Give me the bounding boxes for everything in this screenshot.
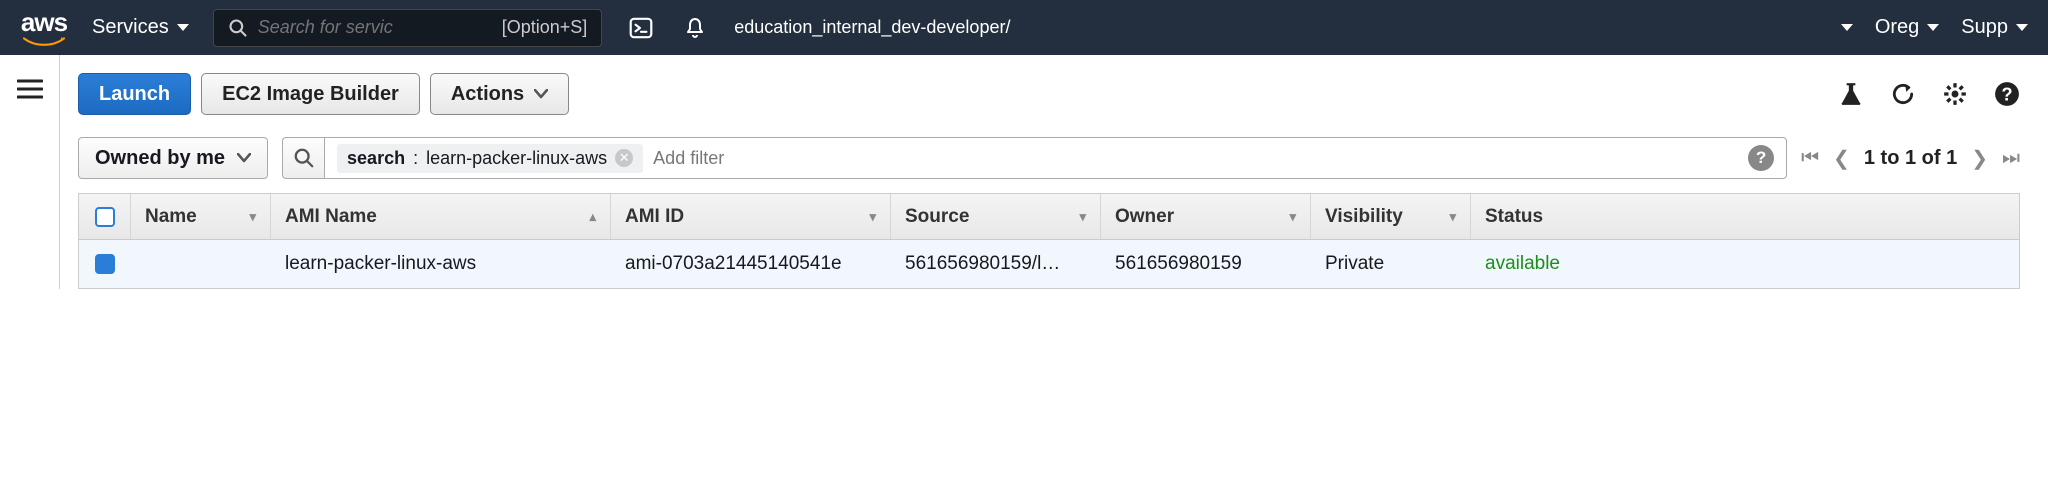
pager-last-icon[interactable]: ⏭ [2002, 147, 2020, 170]
action-icons-right: ? [1838, 81, 2020, 107]
sort-icon: ▾ [249, 209, 256, 225]
cell-owner: 561656980159 [1101, 240, 1311, 288]
role-menu[interactable]: education_internal_dev-developer/ [734, 17, 1010, 38]
pager-range: 1 to 1 of 1 [1864, 147, 1957, 170]
search-icon [228, 18, 248, 38]
search-icon [293, 147, 315, 169]
services-menu[interactable]: Services [92, 16, 189, 39]
filter-help-icon[interactable]: ? [1748, 145, 1774, 171]
notifications-icon[interactable] [680, 13, 710, 43]
sort-icon: ▾ [1449, 209, 1456, 225]
ownership-filter[interactable]: Owned by me [78, 137, 268, 179]
svg-text:?: ? [2001, 84, 2012, 105]
actions-label: Actions [451, 83, 524, 106]
sort-icon: ▾ [869, 209, 876, 225]
content: Launch EC2 Image Builder Actions ? [60, 55, 2048, 289]
launch-button[interactable]: Launch [78, 73, 191, 115]
caret-down-icon [177, 24, 189, 31]
ami-table: Name▾ AMI Name▴ AMI ID▾ Source▾ Owner▾ V… [78, 193, 2020, 289]
pager-first-icon[interactable]: ⏮ [1801, 147, 1819, 170]
header-visibility[interactable]: Visibility▾ [1311, 194, 1471, 239]
caret-down-icon [1927, 24, 1939, 31]
row-checkbox-cell [79, 240, 131, 288]
cloudshell-icon[interactable] [626, 13, 656, 43]
table-row[interactable]: learn-packer-linux-aws ami-0703a21445140… [79, 240, 2019, 288]
caret-down-icon [237, 153, 251, 163]
sort-asc-icon: ▴ [589, 209, 596, 225]
support-label: Supp [1961, 16, 2008, 39]
region-menu[interactable]: Oreg [1875, 16, 1939, 39]
flask-icon[interactable] [1838, 81, 1864, 107]
global-search[interactable]: [Option+S] [213, 9, 603, 47]
workspace: Launch EC2 Image Builder Actions ? [0, 55, 2048, 289]
chip-key: search [347, 148, 405, 169]
aws-logo[interactable]: aws [20, 9, 68, 47]
ownership-label: Owned by me [95, 147, 225, 170]
actions-menu-button[interactable]: Actions [430, 73, 569, 115]
caret-down-icon[interactable] [1841, 24, 1853, 31]
header-status[interactable]: Status [1471, 194, 2019, 239]
global-search-input[interactable] [258, 17, 492, 38]
hamburger-icon[interactable] [17, 79, 43, 289]
caret-down-icon [2016, 24, 2028, 31]
cell-name [131, 240, 271, 288]
cell-ami-name: learn-packer-linux-aws [271, 240, 611, 288]
header-name[interactable]: Name▾ [131, 194, 271, 239]
sort-icon: ▾ [1289, 209, 1296, 225]
services-label: Services [92, 16, 169, 39]
gear-icon[interactable] [1942, 81, 1968, 107]
help-icon[interactable]: ? [1994, 81, 2020, 107]
caret-down-icon [534, 89, 548, 99]
cell-status: available [1471, 240, 2019, 288]
table-header: Name▾ AMI Name▴ AMI ID▾ Source▾ Owner▾ V… [79, 194, 2019, 240]
header-source[interactable]: Source▾ [891, 194, 1101, 239]
filter-chip: search : learn-packer-linux-aws ✕ [337, 144, 643, 173]
search-icon-box[interactable] [282, 137, 324, 179]
filter-row: Owned by me search : learn-packer-linux-… [78, 137, 2020, 179]
header-ami-id[interactable]: AMI ID▾ [611, 194, 891, 239]
action-bar: Launch EC2 Image Builder Actions ? [78, 73, 2020, 115]
support-menu[interactable]: Supp [1961, 16, 2028, 39]
refresh-icon[interactable] [1890, 81, 1916, 107]
header-ami-name[interactable]: AMI Name▴ [271, 194, 611, 239]
image-builder-button[interactable]: EC2 Image Builder [201, 73, 420, 115]
pager-prev-icon[interactable]: ❮ [1833, 146, 1850, 171]
search-shortcut-hint: [Option+S] [502, 17, 588, 38]
chip-remove-icon[interactable]: ✕ [615, 149, 633, 167]
add-filter-placeholder: Add filter [653, 148, 724, 169]
nav-right: Oreg Supp [1841, 16, 2028, 39]
pager: ⏮ ❮ 1 to 1 of 1 ❯ ⏭ [1801, 146, 2020, 171]
side-toggle-col [0, 55, 60, 289]
region-label: Oreg [1875, 16, 1919, 39]
row-checkbox[interactable] [95, 254, 115, 274]
cell-source: 561656980159/l… [891, 240, 1101, 288]
cell-ami-id: ami-0703a21445140541e [611, 240, 891, 288]
header-owner[interactable]: Owner▾ [1101, 194, 1311, 239]
aws-smile-icon [20, 37, 68, 47]
pager-next-icon[interactable]: ❯ [1971, 146, 1988, 171]
cell-visibility: Private [1311, 240, 1471, 288]
filter-input-area[interactable]: search : learn-packer-linux-aws ✕ Add fi… [324, 137, 1787, 179]
top-nav: aws Services [Option+S] education_intern… [0, 0, 2048, 55]
select-all-checkbox[interactable] [95, 207, 115, 227]
header-checkbox-cell [79, 194, 131, 239]
chip-value: learn-packer-linux-aws [426, 148, 607, 169]
sort-icon: ▾ [1079, 209, 1086, 225]
